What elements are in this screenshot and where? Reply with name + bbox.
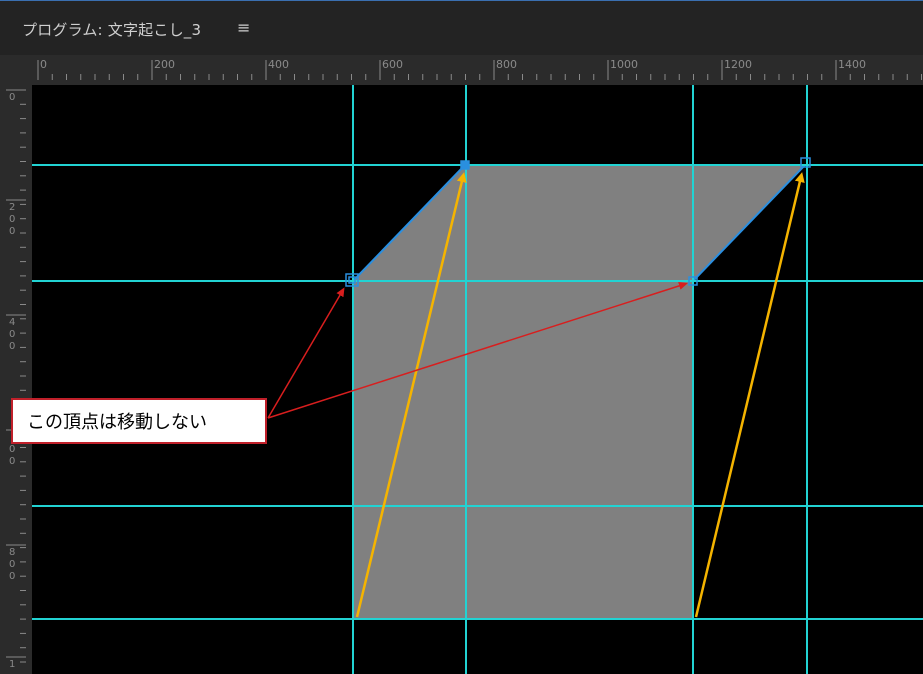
vruler-digit: 0 bbox=[9, 444, 15, 455]
vruler-digit: 0 bbox=[9, 571, 15, 582]
hruler-label: 200 bbox=[154, 58, 175, 71]
hruler-label: 1000 bbox=[610, 58, 638, 71]
vruler-digit: 0 bbox=[9, 341, 15, 352]
vruler-label-200: 2 bbox=[9, 202, 15, 213]
hruler-label: 400 bbox=[268, 58, 289, 71]
program-monitor-canvas[interactable]: 0 200 400 600 800 1000 1200 1400 0 2 0 0… bbox=[0, 0, 923, 674]
vruler-label-400: 4 bbox=[9, 317, 15, 328]
vruler-label: 1 bbox=[9, 659, 15, 670]
vruler-digit: 0 bbox=[9, 214, 15, 225]
vruler-label: 0 bbox=[9, 92, 15, 103]
red-arrow bbox=[267, 287, 345, 419]
callout-text: この頂点は移動しない bbox=[27, 412, 207, 433]
hruler-label: 1400 bbox=[838, 58, 866, 71]
annotation-callout: この頂点は移動しない bbox=[11, 398, 267, 444]
vruler-digit: 0 bbox=[9, 329, 15, 340]
hruler-label: 1200 bbox=[724, 58, 752, 71]
vertex-handle[interactable] bbox=[460, 160, 470, 170]
hruler-label: 0 bbox=[40, 58, 47, 71]
skewed-clip-shape[interactable] bbox=[353, 165, 805, 619]
vruler-digit: 0 bbox=[9, 559, 15, 570]
hruler-label: 600 bbox=[382, 58, 403, 71]
hruler-label: 800 bbox=[496, 58, 517, 71]
vruler-label-800: 8 bbox=[9, 547, 15, 558]
vruler-digit: 0 bbox=[9, 456, 15, 467]
vruler-digit: 0 bbox=[9, 226, 15, 237]
